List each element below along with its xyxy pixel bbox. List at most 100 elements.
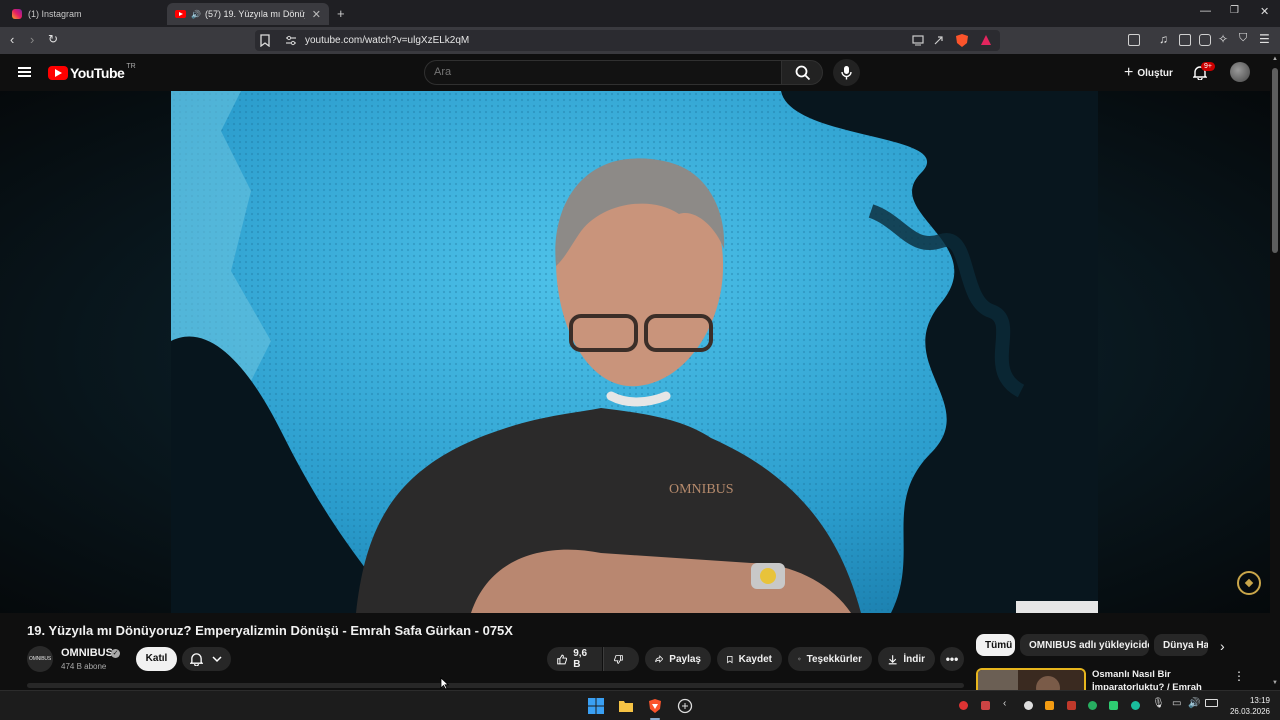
page-scrollbar[interactable]: ▲ ▼ — [1270, 54, 1280, 690]
subscription-bell-button[interactable] — [182, 647, 231, 671]
notification-badge: 9+ — [1201, 62, 1215, 71]
scrollbar-thumb[interactable] — [1272, 68, 1278, 253]
leo-ai-icon[interactable]: ✧ — [1218, 32, 1228, 46]
description-box[interactable] — [27, 683, 964, 688]
share-label: Paylaş — [669, 653, 701, 665]
thanks-button[interactable]: Teşekkürler — [788, 647, 872, 671]
reader-icon[interactable] — [1128, 34, 1140, 46]
thumbs-up-icon — [557, 654, 568, 664]
tray-app-icon-2[interactable] — [981, 701, 990, 710]
subscriber-count: 474 B abone — [61, 662, 107, 671]
address-bar[interactable]: youtube.com/watch?v=ulgXzELk2qM — [255, 30, 1000, 51]
chip-all[interactable]: Tümü — [976, 634, 1015, 656]
tab-youtube-label: (57) 19. Yüzyıla mı Dönüyoruz? Emper — [204, 9, 305, 19]
file-explorer-icon[interactable] — [618, 698, 634, 714]
battery-icon[interactable] — [1205, 699, 1218, 707]
tab-instagram[interactable]: (1) Instagram — [4, 3, 164, 25]
more-actions-button[interactable]: ••• — [940, 647, 964, 671]
youtube-header: YouTube TR + Oluştur 9+ — [0, 54, 1270, 91]
tray-app-icon-1[interactable] — [959, 701, 968, 710]
microphone-icon — [841, 66, 852, 80]
browser-tab-bar: (1) Instagram 🔊 (57) 19. Yüzyıla mı Dönü… — [0, 0, 1280, 27]
scroll-down-icon[interactable]: ▼ — [1272, 680, 1278, 686]
youtube-logo[interactable]: YouTube TR — [48, 62, 136, 81]
tray-mic-icon[interactable]: 🎙 — [1152, 698, 1165, 709]
window-close-icon[interactable]: ✕ — [1260, 5, 1269, 18]
back-icon[interactable]: ‹ — [10, 32, 14, 47]
system-clock[interactable]: 13:19 26.03.2026 — [1226, 695, 1270, 717]
chip-from-uploader[interactable]: OMNIBUS adlı yükleyiciden — [1020, 634, 1149, 656]
url-text: youtube.com/watch?v=ulgXzELk2qM — [305, 35, 470, 46]
channel-avatar-text: OMNIBUS — [29, 656, 51, 662]
shirt-logo-text: OMNIBUS — [669, 482, 734, 497]
tray-app-icon-3[interactable] — [1024, 701, 1033, 710]
recommendation-thumbnail[interactable] — [976, 668, 1086, 692]
download-label: İndir — [903, 653, 925, 665]
sidebar-icon[interactable] — [1179, 34, 1191, 46]
tab-close-icon[interactable]: ✕ — [312, 8, 321, 21]
scroll-up-icon[interactable]: ▲ — [1272, 56, 1278, 62]
youtube-logo-icon — [48, 66, 68, 80]
bookmark-icon[interactable] — [260, 34, 270, 47]
brave-rewards-icon[interactable] — [980, 34, 992, 46]
media-icon[interactable]: ♫ — [1159, 32, 1168, 46]
volume-icon[interactable]: 🔊 — [1188, 698, 1200, 709]
recommendation-title[interactable]: Osmanlı Nasıl Bir İmparatorluktu? / Emra… — [1092, 668, 1222, 690]
tray-app-icon-5[interactable] — [1067, 701, 1076, 710]
create-label: Oluştur — [1137, 67, 1173, 79]
chip-world-news[interactable]: Dünya Hab — [1154, 634, 1208, 656]
windows-start-icon[interactable] — [588, 698, 604, 714]
voice-search-button[interactable] — [833, 59, 860, 86]
search-input[interactable] — [434, 66, 764, 78]
save-icon — [727, 655, 733, 663]
vpn-icon[interactable]: ⛉ — [1239, 32, 1247, 45]
tab-youtube[interactable]: 🔊 (57) 19. Yüzyıla mı Dönüyoruz? Emper ✕ — [167, 3, 329, 25]
network-icon[interactable]: ▭ — [1172, 698, 1181, 709]
more-horizontal-icon: ••• — [945, 652, 959, 666]
brave-browser-icon[interactable] — [647, 698, 663, 714]
wallet-icon[interactable] — [1199, 34, 1211, 46]
like-count: 9,6 B — [573, 648, 588, 670]
video-frame[interactable]: OMNIBUS — [171, 91, 1098, 613]
tray-expand-icon[interactable]: ‹ — [1003, 698, 1006, 709]
guide-menu-icon[interactable] — [18, 67, 31, 77]
chatgpt-icon[interactable] — [677, 698, 693, 714]
dislike-button[interactable] — [603, 647, 639, 671]
restore-icon[interactable]: ❐ — [1230, 5, 1239, 16]
chip-scroll-right-icon[interactable]: › — [1220, 638, 1225, 654]
menu-icon[interactable]: ☰ — [1259, 32, 1270, 46]
forward-icon[interactable]: › — [30, 32, 34, 47]
recommendation-menu-icon[interactable]: ⋮ — [1233, 669, 1245, 683]
tray-app-icon-6[interactable] — [1088, 701, 1097, 710]
site-settings-icon[interactable] — [285, 35, 297, 46]
brave-shield-icon[interactable] — [955, 33, 969, 48]
new-tab-icon[interactable]: + — [337, 6, 345, 21]
download-button[interactable]: İndir — [878, 647, 935, 671]
tray-app-icon-4[interactable] — [1045, 701, 1054, 710]
save-button[interactable]: Kaydet — [717, 647, 782, 671]
download-icon — [888, 654, 897, 664]
channel-avatar[interactable]: OMNIBUS — [27, 646, 53, 672]
reload-icon[interactable]: ↻ — [48, 32, 58, 46]
channel-name[interactable]: OMNIBUS — [61, 647, 113, 659]
join-button[interactable]: Katıl — [136, 647, 177, 671]
video-content-image: OMNIBUS — [171, 91, 1098, 613]
share-page-icon[interactable] — [933, 35, 945, 46]
minimize-icon[interactable]: — — [1200, 5, 1211, 17]
clock-time: 13:19 — [1249, 696, 1270, 705]
super-thanks-icon — [798, 657, 801, 661]
ambient-mode-icon[interactable] — [1237, 571, 1261, 595]
tray-app-icon-8[interactable] — [1131, 701, 1140, 710]
youtube-logo-text: YouTube — [70, 65, 125, 81]
tray-app-icon-7[interactable] — [1109, 701, 1118, 710]
verified-icon: ✓ — [111, 649, 120, 658]
video-player[interactable]: OMNIBUS — [0, 91, 1270, 613]
account-avatar[interactable] — [1230, 62, 1250, 82]
country-code: TR — [126, 62, 136, 70]
cast-icon[interactable] — [912, 35, 924, 46]
share-button[interactable]: Paylaş — [645, 647, 711, 671]
create-button[interactable]: + Oluştur — [1118, 62, 1179, 84]
like-button[interactable]: 9,6 B — [547, 647, 602, 671]
search-button[interactable] — [781, 60, 823, 85]
thumbs-down-icon — [614, 654, 623, 664]
